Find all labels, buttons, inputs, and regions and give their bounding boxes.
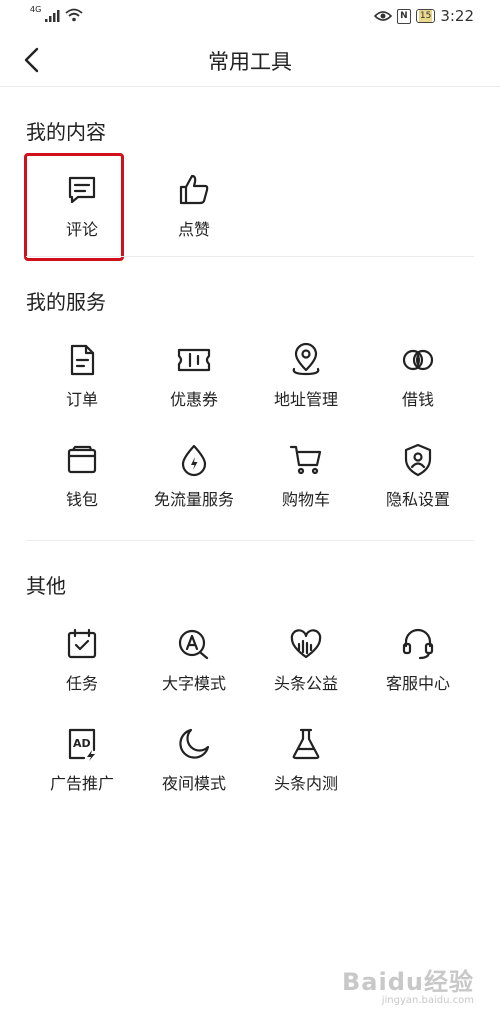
- order-icon: [70, 344, 95, 376]
- tool-address[interactable]: 地址管理: [250, 328, 362, 428]
- my-content-grid: 评论 点赞: [26, 158, 474, 258]
- eye-icon: [373, 11, 392, 21]
- tool-like[interactable]: 点赞: [138, 158, 250, 258]
- tool-wallet[interactable]: 钱包: [26, 428, 138, 528]
- thumbs-up-icon: [179, 174, 209, 205]
- tool-label: 钱包: [65, 490, 98, 509]
- ad-icon: AD: [68, 728, 96, 761]
- moon-icon: [179, 728, 210, 759]
- tool-charity[interactable]: 头条公益: [250, 612, 362, 712]
- battery-level: 15: [418, 10, 433, 22]
- section-title-my-services: 我的服务: [26, 290, 106, 314]
- page-title: 常用工具: [208, 50, 292, 74]
- wifi-icon: [65, 8, 83, 22]
- my-services-grid: 订单 优惠券 地址管理 借钱 钱包 免流量服务 购物车 隐私设置: [26, 328, 474, 528]
- free-data-icon: [181, 444, 207, 477]
- tool-label: 大字模式: [161, 674, 226, 693]
- tool-comment[interactable]: 评论: [26, 158, 138, 258]
- watermark-main: Baidu经验: [342, 968, 474, 996]
- shopping-cart-icon: [289, 445, 322, 475]
- tool-label: 头条公益: [273, 674, 338, 693]
- tool-loan[interactable]: 借钱: [362, 328, 474, 428]
- tool-beta[interactable]: 头条内测: [250, 712, 362, 812]
- tool-night-mode[interactable]: 夜间模式: [138, 712, 250, 812]
- signal-icon: [45, 10, 60, 22]
- charity-heart-icon: [290, 629, 322, 659]
- tool-label: 点赞: [177, 220, 210, 239]
- nfc-icon: N: [396, 8, 411, 24]
- task-calendar-icon: [67, 628, 97, 659]
- comment-icon: [68, 176, 96, 204]
- tool-large-font[interactable]: 大字模式: [138, 612, 250, 712]
- divider: [26, 540, 474, 541]
- tool-order[interactable]: 订单: [26, 328, 138, 428]
- section-title-my-content: 我的内容: [26, 120, 106, 144]
- headset-icon: [402, 628, 434, 660]
- tool-label: 广告推广: [49, 774, 114, 793]
- section-title-other: 其他: [26, 574, 66, 598]
- tool-customer-service[interactable]: 客服中心: [362, 612, 474, 712]
- tool-label: 免流量服务: [153, 490, 234, 509]
- tool-label: 任务: [65, 674, 98, 693]
- tool-label: 夜间模式: [161, 774, 226, 793]
- tool-privacy[interactable]: 隐私设置: [362, 428, 474, 528]
- large-font-icon: [178, 629, 209, 660]
- divider: [26, 256, 474, 257]
- svg-text:AD: AD: [73, 737, 91, 750]
- tool-coupon[interactable]: 优惠券: [138, 328, 250, 428]
- clock: 3:22: [440, 7, 474, 25]
- tool-label: 订单: [65, 390, 98, 409]
- wallet-icon: [67, 445, 97, 474]
- baidu-jingyan-watermark: Baidu经验 jingyan.baidu.com: [342, 962, 474, 1006]
- tool-cart[interactable]: 购物车: [250, 428, 362, 528]
- location-pin-icon: [292, 342, 320, 376]
- tool-label: 头条内测: [273, 774, 338, 793]
- status-right: N 15 3:22: [373, 7, 474, 25]
- tool-label: 隐私设置: [385, 490, 450, 509]
- tool-task[interactable]: 任务: [26, 612, 138, 712]
- loan-icon: [402, 349, 434, 371]
- tool-label: 借钱: [401, 390, 434, 409]
- tool-label: 地址管理: [273, 390, 338, 409]
- tool-label: 购物车: [281, 490, 330, 509]
- tool-label: 优惠券: [169, 390, 218, 409]
- tool-label: 客服中心: [385, 674, 450, 693]
- tool-label: 评论: [65, 220, 98, 239]
- battery-icon: 15: [415, 9, 436, 23]
- privacy-shield-icon: [404, 443, 432, 477]
- other-grid: 任务 大字模式 头条公益 客服中心 AD 广告推广 夜间模式 头条内测: [26, 612, 474, 812]
- flask-icon: [292, 728, 320, 760]
- network-type: 4G: [30, 5, 42, 14]
- tool-free-data[interactable]: 免流量服务: [138, 428, 250, 528]
- status-bar: 4G N 15 3:22: [0, 0, 500, 34]
- coupon-icon: [177, 348, 211, 372]
- signal-area: 4G: [30, 6, 83, 22]
- tool-ad[interactable]: AD 广告推广: [26, 712, 138, 812]
- nav-bar: 常用工具: [0, 34, 500, 87]
